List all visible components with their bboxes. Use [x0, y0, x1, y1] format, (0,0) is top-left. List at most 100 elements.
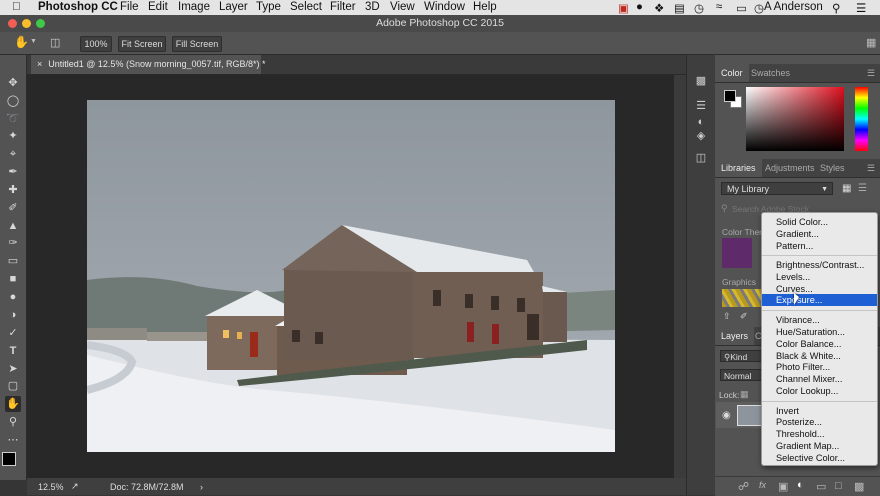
- chevron-down-icon[interactable]: ▼: [30, 38, 37, 45]
- menu-item-color-balance[interactable]: Color Balance...: [762, 338, 877, 350]
- fit-screen-button[interactable]: Fit Screen: [118, 36, 166, 52]
- marquee-tool-icon[interactable]: ◯: [5, 93, 21, 109]
- crop-tool-icon[interactable]: ⌖: [5, 146, 21, 162]
- menu-image[interactable]: Image: [178, 1, 210, 13]
- foreground-color-swatch[interactable]: [2, 452, 16, 466]
- minimize-window-button[interactable]: [22, 19, 31, 28]
- menu-item-photo-filter[interactable]: Photo Filter...: [762, 361, 877, 373]
- quick-selection-tool-icon[interactable]: ✦: [5, 128, 21, 144]
- vertical-scrollbar[interactable]: [674, 75, 686, 478]
- zoom-tool-icon[interactable]: ⚲: [5, 414, 21, 430]
- canvas-image[interactable]: [87, 100, 615, 452]
- tab-styles[interactable]: Styles: [820, 159, 845, 177]
- healing-brush-tool-icon[interactable]: ✚: [5, 182, 21, 198]
- dropbox-icon[interactable]: ❖: [654, 1, 664, 15]
- menu-edit[interactable]: Edit: [148, 1, 168, 13]
- blend-mode-select[interactable]: Normal: [720, 369, 762, 381]
- properties-panel-icon[interactable]: ☰: [694, 99, 708, 113]
- type-tool-icon[interactable]: T: [5, 343, 21, 359]
- list-view-icon[interactable]: ☰: [858, 183, 867, 194]
- wifi-icon[interactable]: ≈: [716, 1, 722, 13]
- dodge-tool-icon[interactable]: ◑: [5, 307, 21, 323]
- tab-swatches[interactable]: Swatches: [751, 64, 790, 82]
- panel-menu-icon[interactable]: ☰: [867, 159, 875, 177]
- adjustments-panel-icon[interactable]: ◐: [694, 115, 708, 129]
- fill-screen-button[interactable]: Fill Screen: [172, 36, 222, 52]
- scroll-all-windows-icon[interactable]: ◫: [50, 36, 60, 49]
- menu-file[interactable]: File: [120, 1, 139, 13]
- eyedropper-tool-icon[interactable]: ✒: [5, 164, 21, 180]
- color-foreground-swatch[interactable]: [724, 90, 736, 102]
- menu-item-color-lookup[interactable]: Color Lookup...: [762, 385, 877, 397]
- zoom-100-button[interactable]: 100%: [80, 36, 112, 52]
- panel-menu-icon[interactable]: ☰: [867, 64, 875, 82]
- menu-item-gradient-map[interactable]: Gradient Map...: [762, 440, 877, 452]
- document-tab[interactable]: × Untitled1 @ 12.5% (Snow morning_0057.ti…: [31, 55, 266, 74]
- creative-cloud-icon[interactable]: ▣: [618, 1, 629, 15]
- menu-select[interactable]: Select: [290, 1, 322, 13]
- menu-item-threshold[interactable]: Threshold...: [762, 428, 877, 440]
- history-brush-tool-icon[interactable]: ✑: [5, 235, 21, 251]
- notification-center-icon[interactable]: ☰: [856, 1, 866, 15]
- menu-item-levels[interactable]: Levels...: [762, 271, 877, 283]
- clock-icon[interactable]: ◷: [754, 1, 764, 15]
- link-layers-icon[interactable]: ☍: [738, 480, 749, 493]
- hand-tool-icon[interactable]: ✋: [5, 396, 21, 412]
- gradient-tool-icon[interactable]: ■: [5, 271, 21, 287]
- more-tools-icon[interactable]: ⋯: [5, 432, 21, 448]
- delete-layer-icon[interactable]: ▩: [854, 480, 864, 493]
- upload-icon[interactable]: ⇧: [723, 311, 731, 322]
- path-selection-tool-icon[interactable]: ➤: [5, 361, 21, 377]
- status-menu-chevron-icon[interactable]: ›: [200, 482, 203, 492]
- menu-layer[interactable]: Layer: [219, 1, 248, 13]
- menu-window[interactable]: Window: [424, 1, 465, 13]
- eraser-tool-icon[interactable]: ▭: [5, 253, 21, 269]
- menu-item-hue-saturation[interactable]: Hue/Saturation...: [762, 326, 877, 338]
- layer-thumbnail[interactable]: [737, 405, 763, 426]
- menu-item-gradient[interactable]: Gradient...: [762, 228, 877, 240]
- brush-icon[interactable]: ✐: [740, 311, 748, 322]
- menu-item-posterize[interactable]: Posterize...: [762, 416, 877, 428]
- menu-item-selective-color[interactable]: Selective Color...: [762, 452, 877, 464]
- close-window-button[interactable]: [8, 19, 17, 28]
- graphic-thumbnail[interactable]: [722, 289, 762, 307]
- hand-tool-preset-icon[interactable]: ✋: [14, 35, 29, 49]
- lasso-tool-icon[interactable]: ➰: [5, 111, 21, 127]
- grid-view-icon[interactable]: ▦: [842, 183, 851, 194]
- library-select[interactable]: My Library ▼: [721, 182, 833, 195]
- color-theme-swatch[interactable]: [722, 238, 752, 268]
- layer-filter-kind[interactable]: ⚲Kind: [720, 350, 762, 362]
- brush-tool-icon[interactable]: ✐: [5, 200, 21, 216]
- menu-item-exposure[interactable]: Exposure...: [762, 294, 877, 306]
- close-tab-icon[interactable]: ×: [37, 59, 42, 69]
- sync-icon[interactable]: ●: [636, 1, 643, 13]
- menu-item-solid-color[interactable]: Solid Color...: [762, 216, 877, 228]
- color-spectrum-field[interactable]: [746, 87, 844, 151]
- menu-3d[interactable]: 3D: [365, 1, 380, 13]
- clone-stamp-tool-icon[interactable]: ▲: [5, 218, 21, 234]
- tab-libraries[interactable]: Libraries: [715, 159, 762, 177]
- app-menu[interactable]: Photoshop CC: [38, 1, 118, 13]
- zoom-window-button[interactable]: [36, 19, 45, 28]
- screen-icon[interactable]: ▭: [736, 1, 747, 15]
- move-tool-icon[interactable]: ✥: [5, 75, 21, 91]
- hue-slider[interactable]: [855, 87, 868, 151]
- zoom-level-readout[interactable]: 12.5%: [38, 482, 64, 492]
- eye-visibility-icon[interactable]: ◉: [722, 410, 731, 421]
- time-machine-icon[interactable]: ◷: [694, 1, 704, 15]
- apple-icon[interactable]: : [12, 1, 21, 13]
- menu-type[interactable]: Type: [256, 1, 281, 13]
- new-adjustment-layer-icon[interactable]: ◐: [797, 479, 804, 491]
- menu-view[interactable]: View: [390, 1, 415, 13]
- rectangle-tool-icon[interactable]: ▢: [5, 378, 21, 394]
- layer-style-icon[interactable]: fx: [759, 480, 766, 490]
- blur-tool-icon[interactable]: ●: [5, 289, 21, 305]
- user-menu[interactable]: A Anderson: [764, 1, 823, 13]
- add-mask-icon[interactable]: ▣: [778, 480, 788, 493]
- workspace-icon[interactable]: ▦: [866, 36, 876, 49]
- tab-adjustments[interactable]: Adjustments: [765, 159, 815, 177]
- brush-presets-panel-icon[interactable]: ◈: [694, 129, 708, 143]
- new-group-icon[interactable]: ▭: [816, 480, 826, 493]
- menu-item-vibrance[interactable]: Vibrance...: [762, 314, 877, 326]
- menu-item-brightness-contrast[interactable]: Brightness/Contrast...: [762, 259, 877, 271]
